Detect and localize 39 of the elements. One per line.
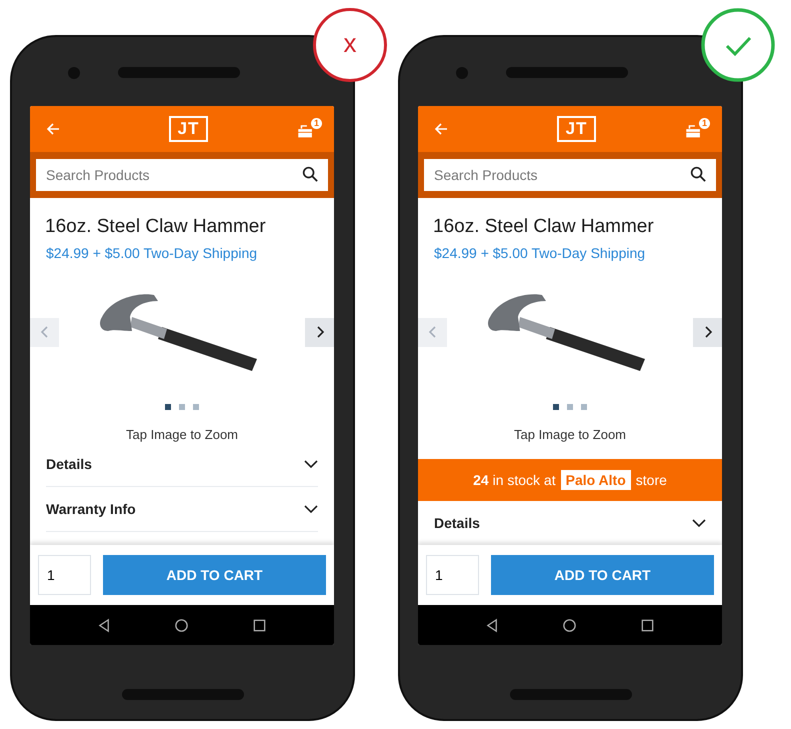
zoom-hint: Tap Image to Zoom — [513, 427, 627, 442]
back-arrow-icon[interactable] — [45, 121, 61, 137]
logo: JT — [556, 116, 596, 142]
recents-square-icon[interactable] — [252, 618, 267, 632]
product-price: $24.99 + $5.00 Two-Day Shipping — [45, 244, 258, 261]
product-title: 16oz. Steel Claw Hammer — [44, 215, 267, 238]
cart-count-badge: 1 — [311, 118, 322, 129]
add-to-cart-button[interactable]: ADD TO CART — [103, 555, 326, 595]
camera-dot — [68, 66, 80, 78]
chevron-right-icon[interactable] — [314, 324, 324, 340]
section-title[interactable]: Details — [46, 456, 92, 472]
logo: JT — [168, 116, 208, 142]
cart-count-badge: 1 — [699, 118, 710, 129]
next-image-button[interactable] — [693, 318, 722, 346]
add-to-cart-button[interactable]: ADD TO CART — [491, 555, 714, 595]
stock-text: 24 in stock at — [473, 472, 556, 488]
chevron-down-icon[interactable] — [304, 505, 318, 513]
next-image-button[interactable] — [305, 318, 334, 346]
quantity-field[interactable]: 1 — [38, 555, 91, 595]
camera-dot — [456, 66, 468, 78]
home-circle-icon[interactable] — [174, 618, 190, 632]
quantity-field[interactable]: 1 — [426, 555, 479, 595]
search-icon[interactable] — [302, 166, 319, 183]
chevron-down-icon[interactable] — [304, 460, 318, 468]
section-title[interactable]: Warranty Info — [46, 501, 136, 517]
wrong-mark: x — [313, 8, 387, 82]
store-suffix: store — [636, 472, 667, 488]
recents-square-icon[interactable] — [640, 618, 655, 632]
home-circle-icon[interactable] — [562, 618, 578, 632]
product-price: $24.99 + $5.00 Two-Day Shipping — [433, 244, 646, 261]
section-title[interactable]: Details — [434, 515, 480, 531]
search-field[interactable]: Search Products — [36, 159, 328, 191]
chevron-right-icon[interactable] — [702, 324, 712, 340]
search-icon[interactable] — [690, 166, 707, 183]
chevron-down-icon[interactable] — [692, 519, 706, 527]
product-title: 16oz. Steel Claw Hammer — [432, 215, 655, 238]
search-field[interactable]: Search Products — [424, 159, 716, 191]
back-arrow-icon[interactable] — [433, 121, 449, 137]
zoom-hint: Tap Image to Zoom — [125, 427, 239, 442]
